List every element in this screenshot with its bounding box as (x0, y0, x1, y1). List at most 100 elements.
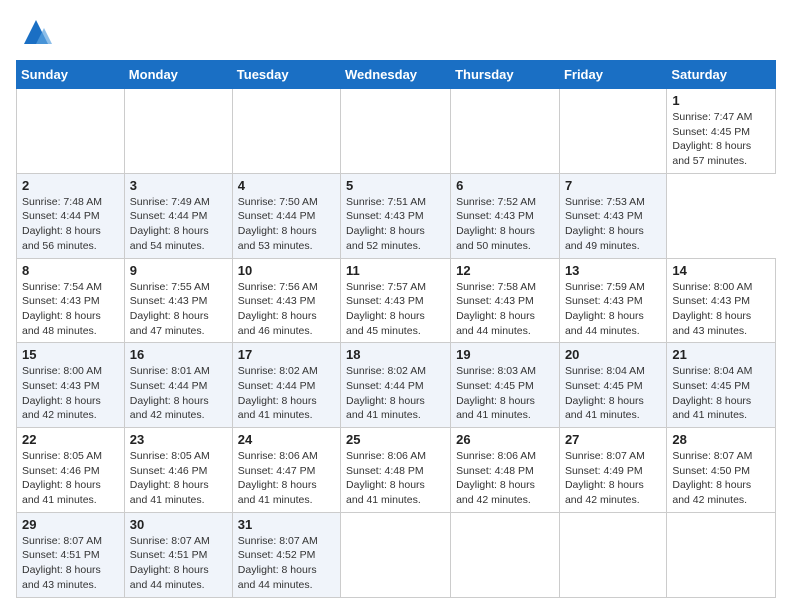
calendar-day-cell: 8 Sunrise: 7:54 AMSunset: 4:43 PMDaylight… (17, 258, 125, 343)
calendar-day-cell: 11 Sunrise: 7:57 AMSunset: 4:43 PMDayligh… (341, 258, 451, 343)
day-number: 24 (238, 432, 335, 447)
day-info: Sunrise: 8:06 AMSunset: 4:48 PMDaylight:… (346, 449, 445, 508)
day-info: Sunrise: 8:00 AMSunset: 4:43 PMDaylight:… (22, 364, 119, 423)
day-info: Sunrise: 7:59 AMSunset: 4:43 PMDaylight:… (565, 280, 661, 339)
empty-cell (559, 89, 666, 174)
day-number: 16 (130, 347, 227, 362)
calendar-day-cell: 31 Sunrise: 8:07 AMSunset: 4:52 PMDayligh… (232, 512, 340, 597)
weekday-header-tuesday: Tuesday (232, 61, 340, 89)
calendar-day-cell: 24Sunrise: 8:06 AMSunset: 4:47 PMDayligh… (232, 428, 340, 513)
calendar-day-cell: 18 Sunrise: 8:02 AMSunset: 4:44 PMDayligh… (341, 343, 451, 428)
day-info: Sunrise: 7:55 AMSunset: 4:43 PMDaylight:… (130, 280, 227, 339)
day-number: 18 (346, 347, 445, 362)
day-info: Sunrise: 8:06 AMSunset: 4:48 PMDaylight:… (456, 449, 554, 508)
calendar-day-cell: 17 Sunrise: 8:02 AMSunset: 4:44 PMDayligh… (232, 343, 340, 428)
day-number: 17 (238, 347, 335, 362)
calendar-day-cell: 27 Sunrise: 8:07 AMSunset: 4:49 PMDayligh… (559, 428, 666, 513)
calendar-day-cell: 23 Sunrise: 8:05 AMSunset: 4:46 PMDayligh… (124, 428, 232, 513)
day-number: 23 (130, 432, 227, 447)
weekday-header-monday: Monday (124, 61, 232, 89)
day-number: 15 (22, 347, 119, 362)
calendar-week-row: 15 Sunrise: 8:00 AMSunset: 4:43 PMDayligh… (17, 343, 776, 428)
day-info: Sunrise: 8:04 AMSunset: 4:45 PMDaylight:… (565, 364, 661, 423)
calendar-day-cell: 5 Sunrise: 7:51 AMSunset: 4:43 PMDaylight… (341, 173, 451, 258)
day-info: Sunrise: 7:57 AMSunset: 4:43 PMDaylight:… (346, 280, 445, 339)
day-info: Sunrise: 7:52 AMSunset: 4:43 PMDaylight:… (456, 195, 554, 254)
calendar-day-cell: 6 Sunrise: 7:52 AMSunset: 4:43 PMDaylight… (451, 173, 560, 258)
day-info: Sunrise: 7:50 AMSunset: 4:44 PMDaylight:… (238, 195, 335, 254)
day-info: Sunrise: 7:51 AMSunset: 4:43 PMDaylight:… (346, 195, 445, 254)
calendar-day-cell: 20 Sunrise: 8:04 AMSunset: 4:45 PMDayligh… (559, 343, 666, 428)
calendar-day-cell: 1 Sunrise: 7:47 AMSunset: 4:45 PMDaylight… (667, 89, 776, 174)
day-number: 6 (456, 178, 554, 193)
day-info: Sunrise: 7:58 AMSunset: 4:43 PMDaylight:… (456, 280, 554, 339)
weekday-header-sunday: Sunday (17, 61, 125, 89)
calendar-day-cell: 21 Sunrise: 8:04 AMSunset: 4:45 PMDayligh… (667, 343, 776, 428)
page-header (16, 16, 776, 48)
day-number: 30 (130, 517, 227, 532)
day-number: 4 (238, 178, 335, 193)
day-info: Sunrise: 7:53 AMSunset: 4:43 PMDaylight:… (565, 195, 661, 254)
day-number: 1 (672, 93, 770, 108)
day-number: 26 (456, 432, 554, 447)
logo (16, 16, 52, 48)
empty-cell (341, 89, 451, 174)
day-info: Sunrise: 8:07 AMSunset: 4:52 PMDaylight:… (238, 534, 335, 593)
calendar-day-cell: 3 Sunrise: 7:49 AMSunset: 4:44 PMDaylight… (124, 173, 232, 258)
calendar-week-row: 22 Sunrise: 8:05 AMSunset: 4:46 PMDayligh… (17, 428, 776, 513)
day-number: 31 (238, 517, 335, 532)
day-info: Sunrise: 8:03 AMSunset: 4:45 PMDaylight:… (456, 364, 554, 423)
calendar-day-cell: 19 Sunrise: 8:03 AMSunset: 4:45 PMDayligh… (451, 343, 560, 428)
empty-cell (451, 89, 560, 174)
calendar-day-cell: 2Sunrise: 7:48 AMSunset: 4:44 PMDaylight… (17, 173, 125, 258)
empty-cell (341, 512, 451, 597)
day-info: Sunrise: 7:49 AMSunset: 4:44 PMDaylight:… (130, 195, 227, 254)
day-info: Sunrise: 8:02 AMSunset: 4:44 PMDaylight:… (346, 364, 445, 423)
day-number: 25 (346, 432, 445, 447)
calendar-day-cell: 16 Sunrise: 8:01 AMSunset: 4:44 PMDayligh… (124, 343, 232, 428)
weekday-header-friday: Friday (559, 61, 666, 89)
day-info: Sunrise: 8:05 AMSunset: 4:46 PMDaylight:… (22, 449, 119, 508)
calendar-week-row: 29Sunrise: 8:07 AMSunset: 4:51 PMDayligh… (17, 512, 776, 597)
day-number: 14 (672, 263, 770, 278)
empty-cell (451, 512, 560, 597)
day-number: 9 (130, 263, 227, 278)
day-info: Sunrise: 8:04 AMSunset: 4:45 PMDaylight:… (672, 364, 770, 423)
weekday-header-saturday: Saturday (667, 61, 776, 89)
day-info: Sunrise: 7:54 AMSunset: 4:43 PMDaylight:… (22, 280, 119, 339)
day-number: 19 (456, 347, 554, 362)
calendar-table: SundayMondayTuesdayWednesdayThursdayFrid… (16, 60, 776, 598)
calendar-day-cell: 13 Sunrise: 7:59 AMSunset: 4:43 PMDayligh… (559, 258, 666, 343)
day-info: Sunrise: 8:07 AMSunset: 4:51 PMDaylight:… (22, 534, 119, 593)
calendar-day-cell: 30Sunrise: 8:07 AMSunset: 4:51 PMDayligh… (124, 512, 232, 597)
day-info: Sunrise: 7:56 AMSunset: 4:43 PMDaylight:… (238, 280, 335, 339)
weekday-header-thursday: Thursday (451, 61, 560, 89)
empty-cell (124, 89, 232, 174)
calendar-day-cell: 10 Sunrise: 7:56 AMSunset: 4:43 PMDayligh… (232, 258, 340, 343)
day-number: 8 (22, 263, 119, 278)
day-info: Sunrise: 8:01 AMSunset: 4:44 PMDaylight:… (130, 364, 227, 423)
day-number: 13 (565, 263, 661, 278)
day-info: Sunrise: 8:07 AMSunset: 4:49 PMDaylight:… (565, 449, 661, 508)
calendar-day-cell: 7Sunrise: 7:53 AMSunset: 4:43 PMDaylight… (559, 173, 666, 258)
calendar-day-cell: 9 Sunrise: 7:55 AMSunset: 4:43 PMDaylight… (124, 258, 232, 343)
day-info: Sunrise: 8:02 AMSunset: 4:44 PMDaylight:… (238, 364, 335, 423)
day-number: 27 (565, 432, 661, 447)
calendar-day-cell: 22 Sunrise: 8:05 AMSunset: 4:46 PMDayligh… (17, 428, 125, 513)
empty-cell (232, 89, 340, 174)
day-number: 22 (22, 432, 119, 447)
calendar-day-cell: 28Sunrise: 8:07 AMSunset: 4:50 PMDayligh… (667, 428, 776, 513)
day-number: 5 (346, 178, 445, 193)
day-number: 20 (565, 347, 661, 362)
calendar-week-row: 8 Sunrise: 7:54 AMSunset: 4:43 PMDaylight… (17, 258, 776, 343)
day-number: 11 (346, 263, 445, 278)
calendar-day-cell: 12 Sunrise: 7:58 AMSunset: 4:43 PMDayligh… (451, 258, 560, 343)
day-info: Sunrise: 7:48 AMSunset: 4:44 PMDaylight:… (22, 195, 119, 254)
day-info: Sunrise: 8:05 AMSunset: 4:46 PMDaylight:… (130, 449, 227, 508)
day-number: 12 (456, 263, 554, 278)
day-number: 21 (672, 347, 770, 362)
empty-cell (559, 512, 666, 597)
day-number: 10 (238, 263, 335, 278)
day-number: 3 (130, 178, 227, 193)
day-info: Sunrise: 7:47 AMSunset: 4:45 PMDaylight:… (672, 110, 770, 169)
